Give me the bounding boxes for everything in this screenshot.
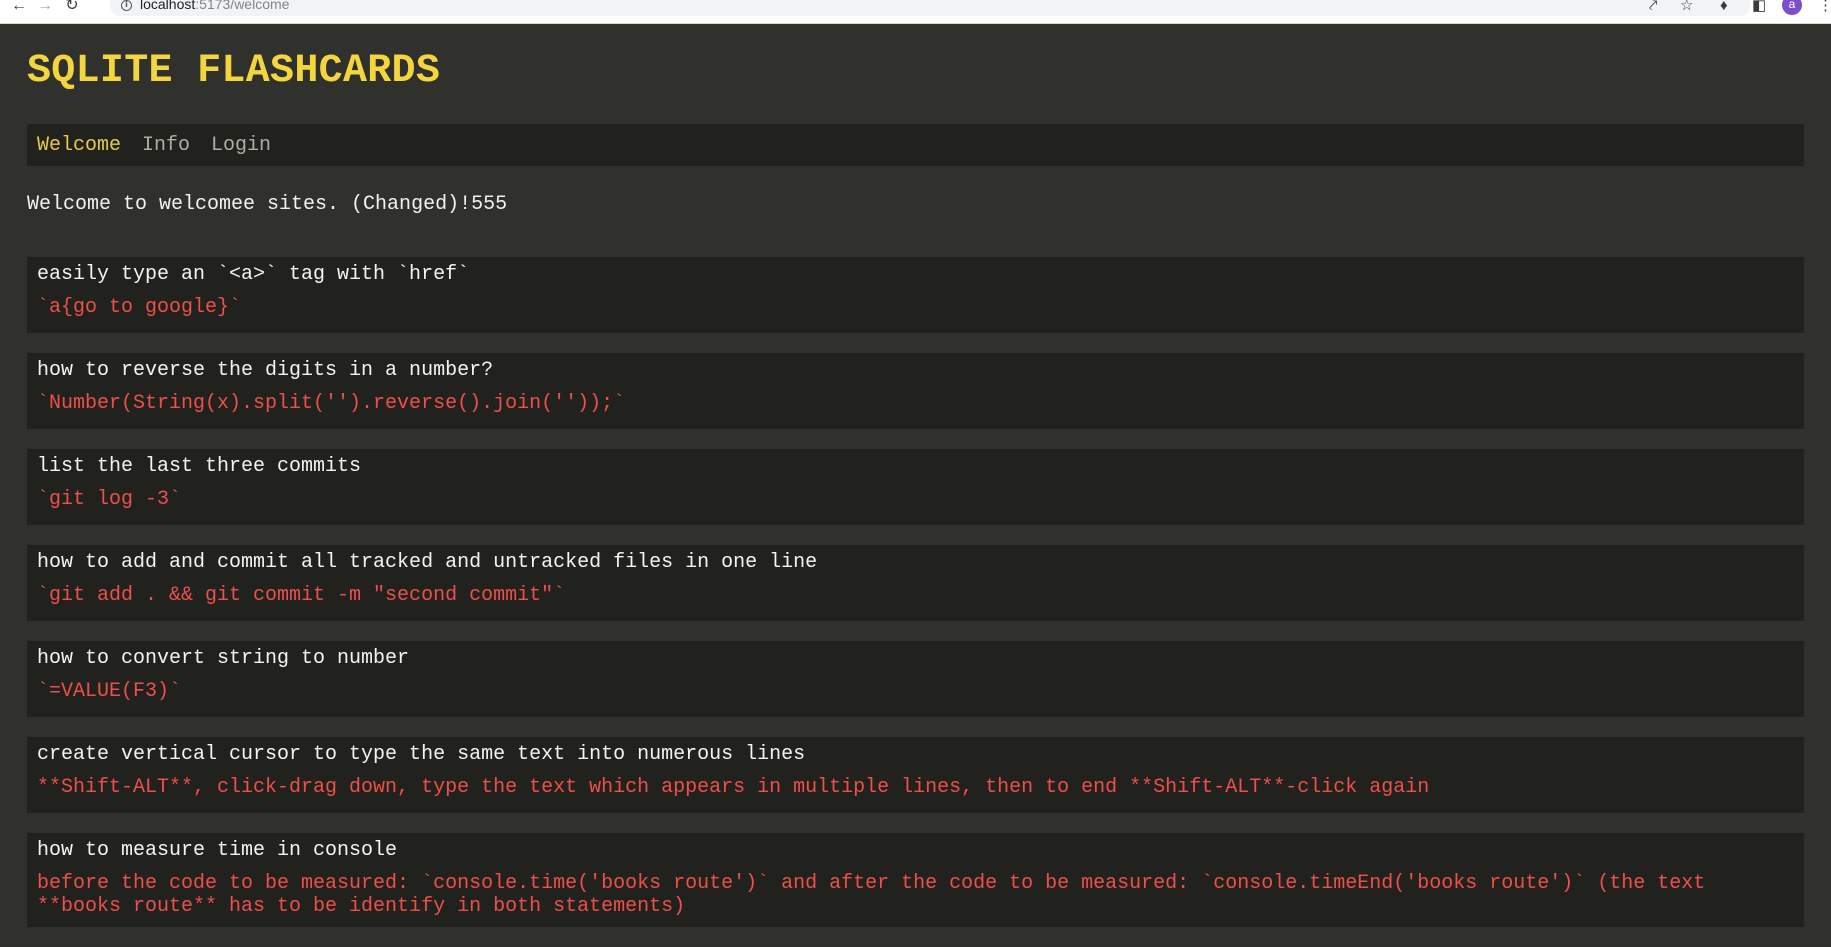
page: SQLITE FLASHCARDS Welcome Info Login Wel…: [0, 24, 1831, 942]
flashcard-answer: `Number(String(x).split('').reverse().jo…: [37, 392, 626, 415]
flashcard-answer: **Shift-ALT**, click-drag down, type the…: [37, 776, 1430, 799]
flashcard-question: how to reverse the digits in a number?: [37, 359, 494, 382]
flashcard-question: list the last three commits: [37, 455, 362, 478]
flashcard-answer: before the code to be measured: `console…: [37, 872, 1718, 918]
flashcard: how to reverse the digits in a number? `…: [27, 353, 1804, 429]
flashcard-question: how to add and commit all tracked and un…: [37, 551, 818, 574]
flashcard: list the last three commits `git log -3`: [27, 449, 1804, 525]
flashcard-answer: `git add . && git commit -m "second comm…: [37, 584, 566, 607]
flashcard-answer: `a{go to google}`: [37, 296, 242, 319]
nav-link-info[interactable]: Info: [142, 134, 190, 157]
reload-icon[interactable]: ↻: [61, 0, 83, 14]
welcome-message: Welcome to welcomee sites. (Changed)!555: [27, 193, 508, 216]
flashcard-question: how to convert string to number: [37, 647, 410, 670]
star-icon[interactable]: ☆: [1680, 0, 1693, 13]
puzzle-icon[interactable]: ♦: [1720, 0, 1728, 13]
url-path: :5173/welcome: [195, 0, 290, 12]
address-text[interactable]: localhost:5173/welcome: [140, 0, 289, 11]
flashcard: how to convert string to number `=VALUE(…: [27, 641, 1804, 717]
flashcard: how to add and commit all tracked and un…: [27, 545, 1804, 621]
flashcard-answer: `git log -3`: [37, 488, 182, 511]
flashcard: easily type an `<a>` tag with `href` `a{…: [27, 257, 1804, 333]
side-panel-icon[interactable]: ◧: [1752, 0, 1766, 13]
nav-link-welcome[interactable]: Welcome: [37, 134, 121, 157]
main-nav: Welcome Info Login: [27, 124, 1804, 166]
flashcard-list: easily type an `<a>` tag with `href` `a{…: [27, 257, 1804, 947]
flashcard-question: how to measure time in console: [37, 839, 398, 862]
url-host: localhost: [140, 0, 196, 12]
flashcard: how to measure time in console before th…: [27, 833, 1804, 927]
flashcard-question: create vertical cursor to type the same …: [37, 743, 806, 766]
browser-toolbar: ← → ↻ i localhost:5173/welcome ⤤ ☆ ♦ ◧ a…: [0, 0, 1831, 24]
arrow-right-icon[interactable]: →: [34, 0, 56, 14]
flashcard-answer: `=VALUE(F3)`: [37, 680, 182, 703]
avatar[interactable]: a: [1782, 0, 1802, 15]
kebab-menu-icon[interactable]: ⋮: [1818, 0, 1831, 13]
address-bar[interactable]: [110, 0, 1750, 16]
nav-link-login[interactable]: Login: [211, 134, 271, 157]
flashcard: create vertical cursor to type the same …: [27, 737, 1804, 813]
arrow-left-icon[interactable]: ←: [8, 0, 30, 14]
site-title: SQLITE FLASHCARDS: [27, 49, 441, 94]
info-icon[interactable]: i: [121, 0, 132, 11]
flashcard-question: easily type an `<a>` tag with `href`: [37, 263, 470, 286]
share-icon[interactable]: ⤤: [1649, 0, 1657, 13]
